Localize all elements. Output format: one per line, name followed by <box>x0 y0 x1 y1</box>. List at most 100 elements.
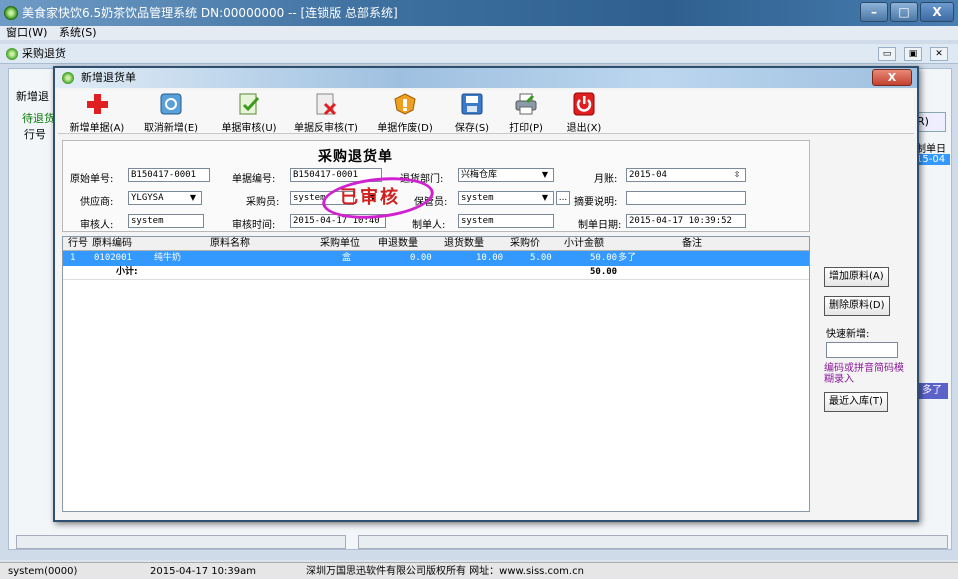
window-title: 美食家快饮6.5奶茶饮品管理系统 DN:00000000 -- [连锁版 总部系… <box>22 6 398 20</box>
child-close-button[interactable]: ✕ <box>930 47 948 61</box>
background-scrollbar-right[interactable] <box>358 535 948 549</box>
background-remark-cell: 多了 <box>918 383 948 399</box>
keeper-browse-button[interactable]: ... <box>556 191 570 205</box>
form-heading: 采购退货单 <box>318 149 393 165</box>
delete-material-button[interactable]: 删除原料(D) <box>824 296 890 316</box>
dialog-title-bar: 新增退货单 <box>55 68 917 88</box>
menu-bar: 窗口(W) 系统(S) <box>0 26 958 40</box>
plus-icon <box>87 94 108 114</box>
child-window-icon <box>6 48 18 60</box>
cell-rowno: 1 <box>70 253 76 263</box>
make-date-label: 制单日期: <box>578 220 622 231</box>
maximize-button[interactable]: □ <box>890 2 918 22</box>
col-name: 原料名称 <box>210 238 250 249</box>
auditor-field: system <box>128 214 204 228</box>
power-icon <box>573 92 595 116</box>
exit-label: 退出(X) <box>566 123 602 134</box>
save-label: 保存(S) <box>454 123 490 134</box>
menu-system[interactable]: 系统(S) <box>59 26 97 39</box>
background-col-rowno: 行号 <box>24 128 46 141</box>
status-user: system(0000) <box>8 566 78 577</box>
keeper-dropdown-icon[interactable]: ▼ <box>538 192 552 204</box>
month-field[interactable]: 2015-04 <box>626 168 746 182</box>
supplier-dropdown-icon[interactable]: ▼ <box>186 192 200 204</box>
print-button[interactable]: 打印(P) <box>504 92 548 134</box>
col-apply-qty: 申退数量 <box>378 238 418 249</box>
col-return-qty: 退货数量 <box>444 238 484 249</box>
minimize-button[interactable]: – <box>860 2 888 22</box>
cell-code[interactable]: 0102001 <box>94 251 132 266</box>
quick-add-hint: 编码或拼音简码模糊录入 <box>824 363 904 385</box>
exit-button[interactable]: 退出(X) <box>562 92 606 134</box>
col-remark: 备注 <box>682 238 702 249</box>
audited-stamp-text: 已审核 <box>340 187 400 208</box>
add-material-button[interactable]: 增加原料(A) <box>824 267 889 287</box>
cancel-new-label: 取消新增(E) <box>143 123 199 134</box>
print-label: 打印(P) <box>509 123 543 134</box>
background-date-cell: 15-04 <box>916 154 950 165</box>
print-icon <box>515 93 537 115</box>
cell-amount: 50.00 <box>590 253 618 263</box>
recent-stock-button[interactable]: 最近入库(T) <box>824 392 888 412</box>
unaudit-button[interactable]: 单据反审核(T) <box>288 92 364 134</box>
buyer-label: 采购员: <box>246 197 280 208</box>
orig-no-field[interactable]: B150417-0001 <box>128 168 210 182</box>
col-code: 原料编码 <box>92 238 132 249</box>
cell-remark[interactable]: 多了 <box>618 251 636 266</box>
dept-dropdown-icon[interactable]: ▼ <box>538 169 552 181</box>
save-icon <box>461 93 483 115</box>
save-button[interactable]: 保存(S) <box>450 92 494 134</box>
col-price: 采购价 <box>510 238 540 249</box>
unapprove-icon <box>316 93 337 116</box>
unaudit-label: 单据反审核(T) <box>294 123 358 134</box>
dialog-close-button[interactable]: X <box>872 69 912 86</box>
new-doc-label: 新增单据(A) <box>69 123 125 134</box>
void-label: 单据作废(D) <box>377 123 433 134</box>
void-button[interactable]: 单据作废(D) <box>372 92 438 134</box>
menu-window[interactable]: 窗口(W) <box>6 26 47 39</box>
quick-add-label: 快速新增: <box>826 329 870 340</box>
email-icon <box>160 93 182 115</box>
month-spinner-icon[interactable]: ⇳ <box>730 169 744 181</box>
cell-return-qty[interactable]: 10.00 <box>476 251 503 266</box>
child-minimize-button[interactable]: ▭ <box>878 47 896 61</box>
cell-apply-qty[interactable]: 0.00 <box>410 251 432 266</box>
audit-button[interactable]: 单据审核(U) <box>214 92 284 134</box>
total-row <box>63 266 809 280</box>
approve-icon <box>239 93 260 115</box>
child-title-text: 采购退货 <box>22 47 66 60</box>
month-label: 月账: <box>594 174 618 185</box>
audit-time-label: 审核时间: <box>232 220 276 231</box>
cell-name: 纯牛奶 <box>154 253 182 263</box>
close-button[interactable]: X <box>920 2 954 22</box>
dialog-icon <box>62 72 74 84</box>
make-date-field: 2015-04-17 10:39:52 <box>626 214 746 228</box>
background-col-date: 制单日 <box>916 144 946 155</box>
maker-label: 制单人: <box>412 220 446 231</box>
cancel-new-button[interactable]: 取消新增(E) <box>136 92 206 134</box>
child-restore-button[interactable]: ▣ <box>904 47 922 61</box>
void-icon <box>394 93 416 115</box>
status-datetime: 2015-04-17 10:39am <box>150 566 256 577</box>
total-label: 小计: <box>116 267 138 277</box>
cell-unit: 盒 <box>342 253 352 263</box>
status-bar: system(0000) 2015-04-17 10:39am 深圳万国思迅软件… <box>0 562 958 578</box>
audit-label: 单据审核(U) <box>221 123 277 134</box>
new-doc-button[interactable]: 新增单据(A) <box>62 92 132 134</box>
child-window-title: 采购退货 <box>0 44 958 64</box>
col-amount: 小计金额 <box>564 238 604 249</box>
col-rowno: 行号 <box>68 238 88 249</box>
memo-field[interactable] <box>626 191 746 205</box>
window-title-bar: 美食家快饮6.5奶茶饮品管理系统 DN:00000000 -- [连锁版 总部系… <box>0 0 958 26</box>
col-unit: 采购单位 <box>320 238 360 249</box>
app-icon <box>4 6 18 20</box>
doc-no-label: 单据编号: <box>232 174 276 185</box>
orig-no-label: 原始单号: <box>70 174 114 185</box>
supplier-label: 供应商: <box>80 197 114 208</box>
quick-add-input[interactable] <box>826 342 898 358</box>
total-amount: 50.00 <box>590 267 618 277</box>
cell-price[interactable]: 5.00 <box>530 251 552 266</box>
background-scrollbar-left[interactable] <box>16 535 346 549</box>
maker-field: system <box>458 214 554 228</box>
memo-label: 摘要说明: <box>574 197 618 208</box>
